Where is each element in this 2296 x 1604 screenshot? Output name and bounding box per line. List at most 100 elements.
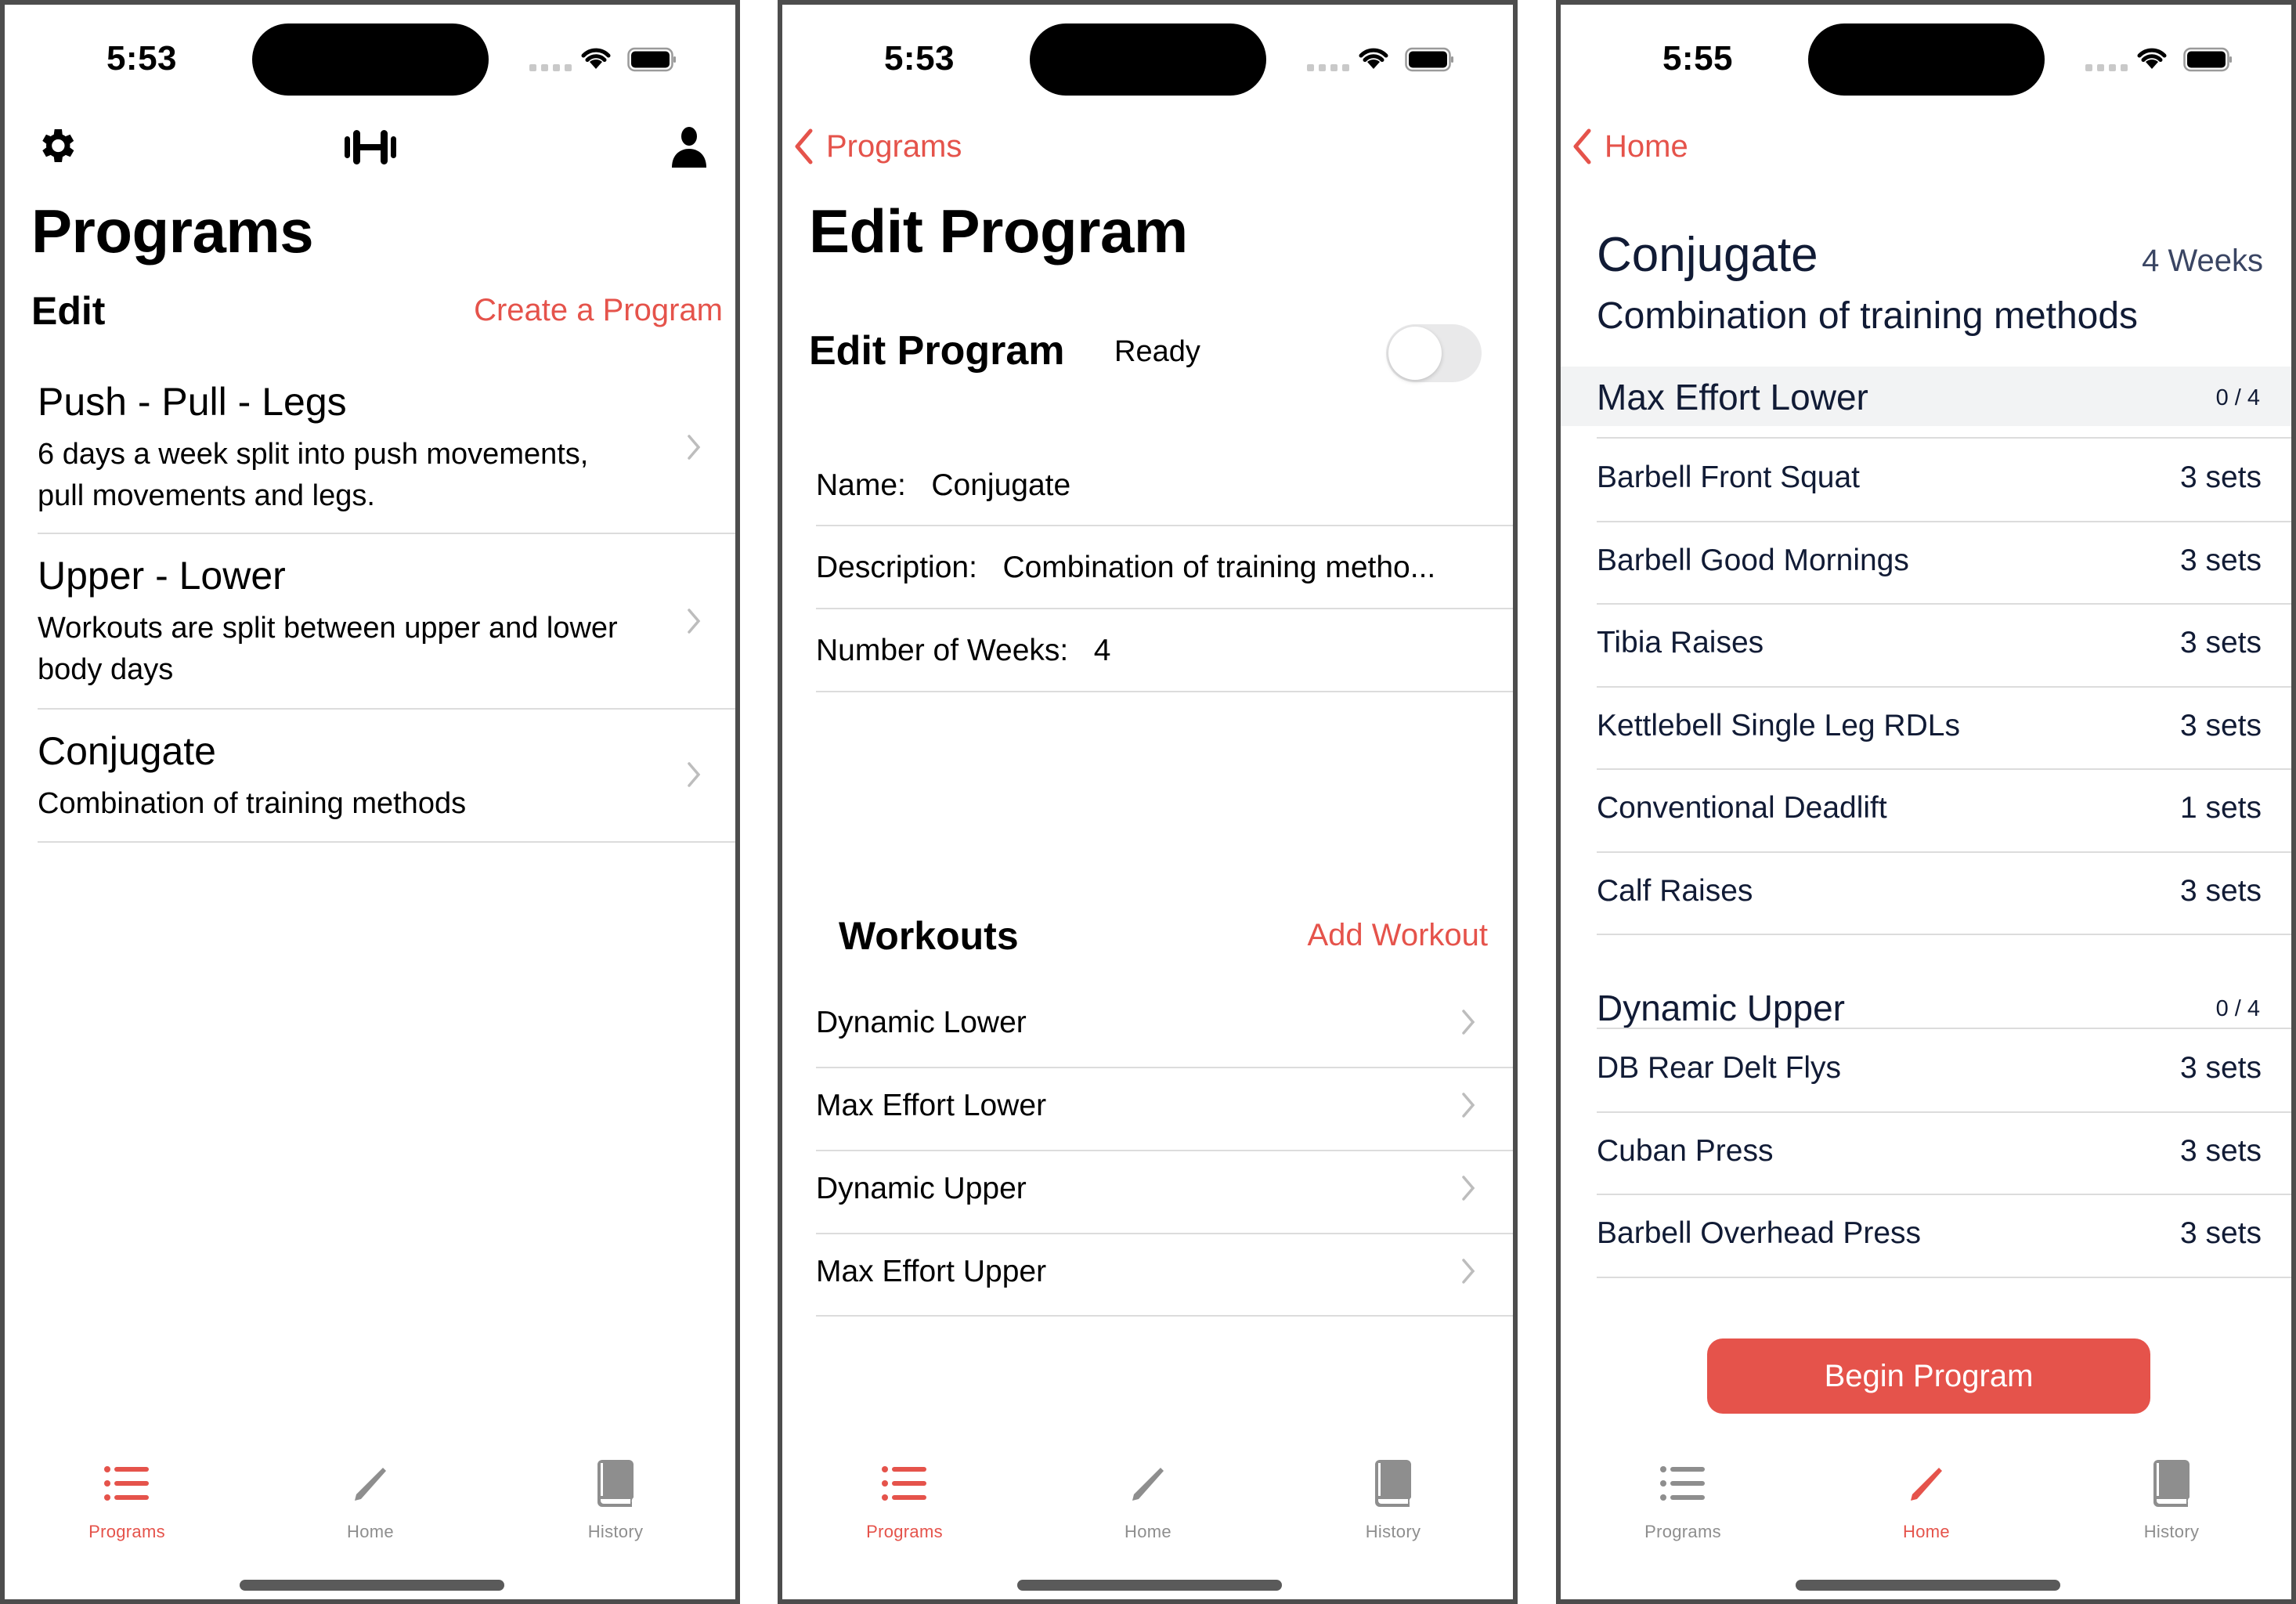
tab-label: Programs [1644,1522,1721,1541]
tab-programs[interactable]: Programs [826,1458,983,1542]
program-list-item[interactable]: Push - Pull - Legs 6 days a week split i… [5,373,735,533]
section-progress: 0 / 4 [2215,996,2260,1021]
divider [38,708,735,710]
toggle-knob [1388,327,1442,380]
workout-list-item[interactable]: Max Effort Upper [782,1234,1513,1313]
pencil-icon [1132,1468,1164,1501]
battery-icon [1405,47,1453,72]
divider [816,608,1513,609]
exercise-sets: 3 sets [2179,873,2262,908]
back-button[interactable]: Programs [793,128,962,164]
section-progress: 0 / 4 [2215,385,2260,410]
workout-name: Dynamic Lower [816,1006,1027,1039]
program-name: Conjugate [1597,228,1818,282]
description-line: Combination of training methods [38,787,467,820]
chevron-right-icon [688,609,701,634]
phone-screen-programs: 5:53 Programs Edit Create a Program Push… [0,0,740,1604]
tab-home[interactable]: Home [292,1458,449,1542]
home-indicator[interactable] [1796,1580,2060,1591]
tab-history[interactable]: History [1315,1458,1471,1542]
back-label: Programs [826,128,962,164]
tab-home[interactable]: Home [1848,1458,2005,1542]
field-value: 4 [1093,634,1111,667]
tab-label: History [2143,1522,2200,1541]
program-list-item[interactable]: Conjugate Combination of training method… [5,722,735,840]
program-description: Combination of training methods [1597,295,2139,337]
exercise-row[interactable]: Tibia Raises 3 sets [1561,604,2291,687]
book-icon [1375,1460,1411,1507]
description-line: body days [38,653,174,686]
person-icon[interactable] [670,125,708,168]
section-title: Dynamic Upper [1597,988,1845,1028]
chevron-left-icon [1573,128,1591,164]
back-button[interactable]: Home [1572,128,1688,164]
exercise-row[interactable]: Barbell Front Squat 3 sets [1561,439,2291,522]
exercise-name: Barbell Overhead Press [1597,1216,1922,1250]
program-title: Push - Pull - Legs [38,380,347,424]
exercise-sets: 1 sets [2179,791,2262,825]
list-bullet-icon [104,1466,149,1501]
tab-home[interactable]: Home [1070,1458,1226,1542]
exercise-name: Calf Raises [1597,873,1753,908]
program-list-item[interactable]: Upper - Lower Workouts are split between… [5,547,735,707]
exercise-row[interactable]: Kettlebell Single Leg RDLs 3 sets [1561,687,2291,770]
battery-icon [2183,47,2232,72]
exercise-sets: 3 sets [2179,626,2262,659]
exercise-row[interactable]: Barbell Overhead Press 3 sets [1561,1194,2291,1277]
weeks-field[interactable]: Number of Weeks: 4 [816,634,1110,668]
dynamic-island [1030,23,1266,96]
page-title: Edit Program [809,197,1188,266]
field-value: Combination of training metho... [1002,551,1436,584]
tab-programs[interactable]: Programs [49,1458,205,1542]
tab-history[interactable]: History [537,1458,694,1542]
chevron-right-icon [1462,1259,1475,1284]
create-program-button[interactable]: Create a Program [474,293,723,328]
exercise-row[interactable]: Barbell Good Mornings 3 sets [1561,522,2291,605]
workout-list-item[interactable]: Dynamic Lower [782,988,1513,1067]
workout-list-item[interactable]: Dynamic Upper [782,1151,1513,1230]
ready-toggle[interactable] [1386,324,1482,382]
home-indicator[interactable] [1017,1580,1282,1591]
begin-program-button[interactable]: Begin Program [1707,1338,2150,1414]
divider [38,533,735,534]
phone-screen-program-detail: 5:55 Home Conjugate 4 Weeks Combination … [1556,0,2296,1604]
description-line: 6 days a week split into push movements, [38,438,589,471]
status-time: 5:53 [106,39,178,78]
workout-list-item[interactable]: Max Effort Lower [782,1068,1513,1147]
workouts-title: Workouts [839,914,1019,958]
exercise-name: Conventional Deadlift [1597,791,1887,825]
list-bullet-icon [882,1466,926,1501]
exercise-row[interactable]: Calf Raises 3 sets [1561,852,2291,935]
exercise-row[interactable]: Conventional Deadlift 1 sets [1561,769,2291,852]
tab-programs[interactable]: Programs [1605,1458,1761,1542]
tab-label: History [587,1522,644,1541]
tab-label: Home [1125,1522,1171,1541]
program-description: 6 days a week split into push movements,… [38,434,588,517]
phone-screen-edit-program: 5:53 Programs Edit Program Edit Program … [778,0,1518,1604]
description-field[interactable]: Description: Combination of training met… [816,551,1435,585]
exercise-name: Barbell Front Squat [1597,461,1861,494]
exercise-sets: 3 sets [2179,461,2262,494]
back-label: Home [1605,128,1688,164]
dynamic-island [252,23,489,96]
chevron-right-icon [1462,1010,1475,1035]
dynamic-island [1808,23,2045,96]
exercise-row[interactable]: Cuban Press 3 sets [1561,1112,2291,1195]
chevron-right-icon [688,762,701,787]
exercise-name: Tibia Raises [1597,626,1764,659]
exercise-sets: 3 sets [2179,708,2262,742]
add-workout-button[interactable]: Add Workout [1308,918,1489,953]
divider [38,841,735,843]
tab-history[interactable]: History [2093,1458,2250,1542]
name-field[interactable]: Name: Conjugate [816,468,1070,503]
gear-icon[interactable] [34,124,78,168]
dumbbell-icon[interactable] [343,128,398,166]
home-indicator[interactable] [240,1580,504,1591]
field-value: Conjugate [931,468,1071,502]
signal-icon [2085,64,2128,71]
divider [816,691,1513,692]
signal-icon [1307,64,1349,71]
edit-button[interactable]: Edit [31,288,105,334]
battery-icon [627,47,676,72]
exercise-row[interactable]: DB Rear Delt Flys 3 sets [1561,1029,2291,1112]
